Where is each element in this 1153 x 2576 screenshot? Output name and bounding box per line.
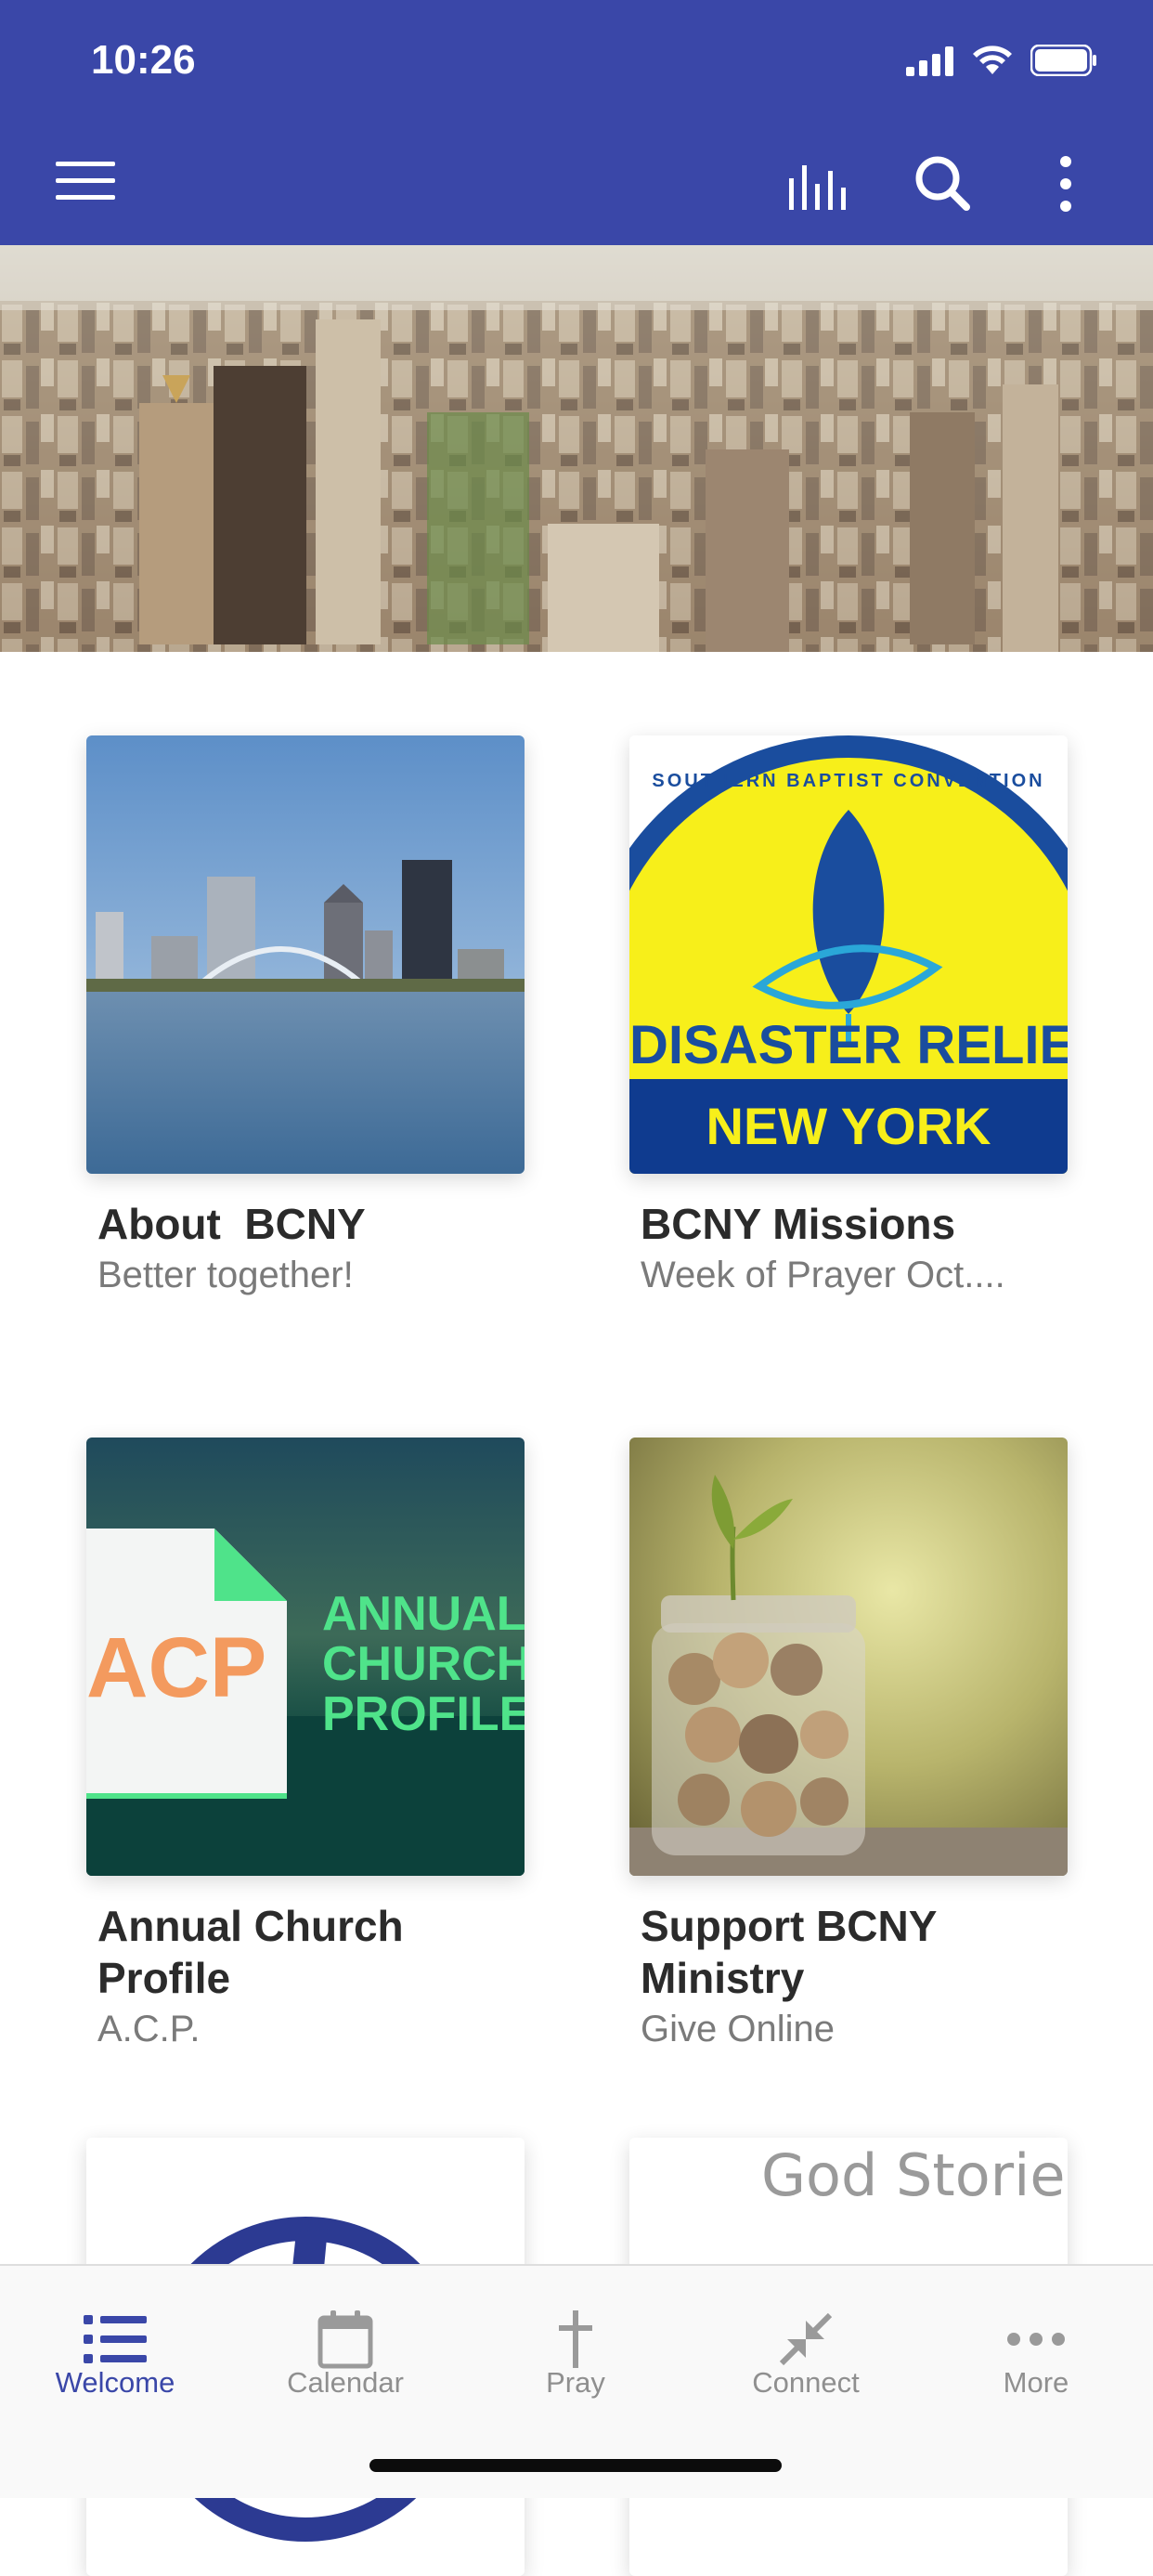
hero-banner <box>0 245 1153 652</box>
tab-label: Calendar <box>287 2366 404 2399</box>
hamburger-icon <box>56 162 115 200</box>
tab-label: Pray <box>546 2366 605 2399</box>
card-title: Annual Church Profile <box>97 1902 404 2002</box>
city-skyline-photo <box>0 245 1153 652</box>
acp-line1: ANNUAL <box>322 1587 525 1641</box>
logo-main-text: DISASTER RELIEF <box>629 1015 1068 1075</box>
status-icons <box>906 45 1097 76</box>
acp-line3: PROFILE <box>322 1687 525 1741</box>
home-indicator[interactable] <box>369 2459 782 2472</box>
overflow-menu-button[interactable] <box>1053 154 1081 215</box>
card-title: BCNY Missions <box>641 1200 956 1248</box>
tab-label: Connect <box>752 2366 860 2399</box>
tab-calendar[interactable]: Calendar <box>230 2266 460 2452</box>
logo-region-text: NEW YORK <box>706 1097 991 1155</box>
tab-more[interactable]: More <box>921 2266 1151 2452</box>
about-bcny-image <box>86 735 525 1174</box>
card-subtitle: Week of Prayer Oct.... <box>641 1255 1005 1295</box>
acp-abbr: ACP <box>86 1620 267 1715</box>
menu-button[interactable] <box>54 160 119 206</box>
logo-arc-text: SOUTHERN BAPTIST CONVENTION <box>652 771 1045 791</box>
acp-line2: CHURCH <box>322 1637 525 1691</box>
tab-label: More <box>1003 2366 1069 2399</box>
card-subtitle: A.C.P. <box>97 2009 201 2049</box>
search-icon <box>915 156 970 211</box>
signal-icon <box>906 46 953 76</box>
stats-button[interactable] <box>787 158 852 214</box>
bar-chart-icon <box>789 165 846 210</box>
card-bcny-missions[interactable]: SOUTHERN BAPTIST CONVENTION DISASTER REL… <box>629 735 1068 1386</box>
status-time: 10:26 <box>91 37 196 83</box>
tab-label: Welcome <box>55 2366 175 2399</box>
vertical-dots-icon <box>1060 156 1071 212</box>
card-title: Support BCNY Ministry <box>641 1902 937 2002</box>
battery-icon <box>1030 45 1096 76</box>
card-support-bcny-ministry[interactable]: Support BCNY Ministry Give Online <box>629 1438 1068 2088</box>
card-subtitle: Better together! <box>97 1255 354 1295</box>
tab-connect[interactable]: Connect <box>691 2266 921 2452</box>
god-stories-text: God Stories <box>761 2141 1068 2209</box>
coin-jar-image <box>629 1438 1068 1876</box>
disaster-relief-logo: SOUTHERN BAPTIST CONVENTION DISASTER REL… <box>629 735 1068 1174</box>
search-button[interactable] <box>913 154 973 214</box>
tab-welcome[interactable]: Welcome <box>0 2266 230 2452</box>
card-annual-church-profile[interactable]: ACP ANNUAL CHURCH PROFILE Annual Church … <box>86 1438 525 2088</box>
card-subtitle: Give Online <box>641 2009 835 2049</box>
card-about-bcny[interactable]: About BCNY Better together! <box>86 735 525 1386</box>
tab-pray[interactable]: Pray <box>460 2266 691 2452</box>
acp-image: ACP ANNUAL CHURCH PROFILE <box>86 1438 525 1876</box>
card-title: About BCNY <box>97 1200 366 1248</box>
app-header: 10:26 <box>0 0 1153 245</box>
wifi-icon <box>973 46 1012 74</box>
